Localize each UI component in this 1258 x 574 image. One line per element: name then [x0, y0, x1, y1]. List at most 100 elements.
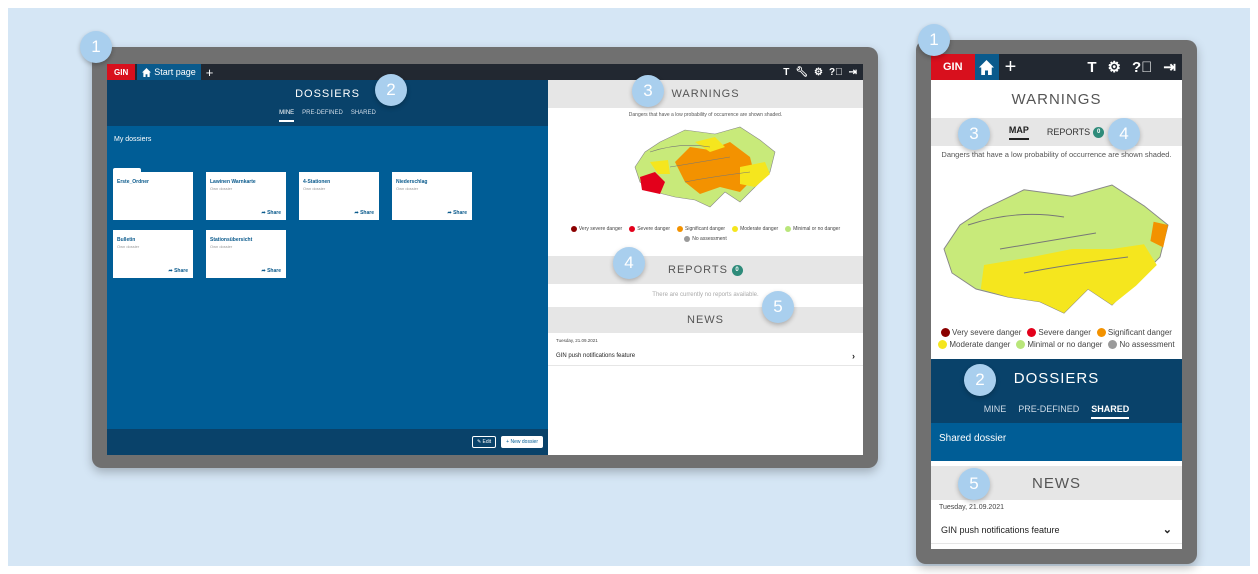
share-link[interactable]: ➦ Share — [448, 210, 468, 216]
card-title: 4-Stationen — [303, 179, 331, 185]
legend-label: Minimal or no danger — [1027, 340, 1103, 349]
help-icon[interactable]: ?⃝ — [829, 67, 843, 78]
tab-start-page[interactable]: Start page — [137, 64, 201, 80]
share-link[interactable]: ➦ Share — [262, 210, 282, 216]
tab-pre-defined[interactable]: PRE-DEFINED — [302, 110, 343, 126]
legend-label: No assessment — [692, 236, 727, 242]
logout-icon[interactable]: ⇥ — [849, 67, 857, 78]
legend-swatch — [732, 226, 739, 232]
news-item-title: GIN push notifications feature — [556, 352, 636, 359]
gin-logo[interactable]: GIN — [931, 54, 975, 80]
warnings-map[interactable] — [630, 122, 780, 212]
dossier-card[interactable]: 4-Stationen Own dossier ➦ Share — [299, 172, 379, 220]
desktop-screen: GIN Start page + T 🔧︎ ⚙︎ ?⃝ ⇥ DOSSIERS M… — [107, 64, 863, 455]
tab-reports[interactable]: REPORTS 0 — [1047, 126, 1105, 138]
tab-map[interactable]: MAP — [1008, 125, 1029, 140]
share-link[interactable]: ➦ Share — [262, 268, 282, 274]
legend-label: Severe danger — [1038, 328, 1091, 337]
share-label: Share — [360, 210, 374, 216]
news-item[interactable]: GIN push notifications feature › — [548, 346, 863, 366]
legend-swatch — [785, 226, 792, 232]
legend-label: Very severe danger — [578, 226, 623, 232]
chevron-right-icon: › — [852, 350, 855, 361]
desktop-frame: GIN Start page + T 🔧︎ ⚙︎ ?⃝ ⇥ DOSSIERS M… — [92, 47, 878, 468]
news-item-title: GIN push notifications feature — [941, 524, 1060, 535]
new-dossier-button[interactable]: + New dossier — [501, 436, 543, 448]
legend-label: Significant danger — [685, 226, 726, 232]
help-icon[interactable]: ?⃝ — [1132, 59, 1152, 76]
card-title: Niederschlag — [396, 179, 428, 185]
news-date: Tuesday, 21.09.2021 — [556, 338, 598, 343]
legend-swatch — [1108, 340, 1118, 349]
warnings-title: WARNINGS — [548, 80, 863, 108]
warnings-legend: Very severe danger Severe danger Signifi… — [935, 328, 1178, 349]
wrench-icon[interactable]: 🔧︎ — [795, 67, 808, 78]
dossier-card[interactable]: Bulletin Own dossier ➦ Share — [113, 230, 193, 278]
callout-1: 1 — [918, 24, 950, 56]
legend-label: No assessment — [1119, 340, 1175, 349]
callout-4: 4 — [613, 247, 645, 279]
tab-mine[interactable]: MINE — [279, 110, 295, 122]
legend-item: Minimal or no danger — [1016, 340, 1102, 349]
tab-shared[interactable]: SHARED — [351, 110, 376, 126]
gin-logo[interactable]: GIN — [107, 64, 136, 80]
legend-label: Very severe danger — [952, 328, 1022, 337]
text-tool-icon[interactable]: T — [1087, 59, 1096, 76]
share-label: Share — [267, 268, 281, 274]
home-icon — [979, 59, 995, 75]
reports-title: REPORTS — [668, 264, 728, 276]
tab-pre-defined[interactable]: PRE-DEFINED — [1018, 397, 1079, 423]
home-icon — [142, 67, 152, 77]
gear-icon[interactable]: ⚙︎ — [1108, 58, 1121, 76]
news-item[interactable]: GIN push notifications feature ⌄ — [931, 516, 1182, 544]
toolbar-icons: T ⚙︎ ?⃝ ⇥ — [1087, 54, 1176, 80]
text-tool-icon[interactable]: T — [783, 67, 789, 78]
add-tab-icon[interactable]: + — [206, 66, 214, 79]
card-subtitle: Own dossier — [117, 244, 140, 249]
warnings-map[interactable] — [936, 174, 1176, 324]
add-tab-icon[interactable]: + — [1005, 57, 1017, 77]
tab-mine[interactable]: MINE — [984, 397, 1007, 423]
legend-swatch — [941, 328, 951, 337]
dossier-card[interactable]: Erste_Ordner — [113, 168, 193, 220]
dossier-card[interactable]: Lawinen Warnkarte Own dossier ➦ Share — [206, 172, 286, 220]
reports-empty-text: There are currently no reports available… — [652, 292, 759, 298]
right-panel: WARNINGS Dangers that have a low probabi… — [548, 80, 863, 455]
edit-button[interactable]: ✎ Edit — [471, 436, 497, 448]
callout-1: 1 — [80, 31, 112, 63]
legend-swatch — [684, 236, 691, 242]
dossier-tabs: MINE PRE-DEFINED SHARED — [931, 397, 1182, 423]
legend-item: Significant danger — [1096, 328, 1172, 337]
legend-swatch — [1027, 328, 1037, 337]
tab-shared[interactable]: SHARED — [1091, 397, 1130, 419]
legend-item: Severe danger — [1027, 328, 1091, 337]
share-label: Share — [453, 210, 467, 216]
dossiers-title: DOSSIERS — [107, 80, 548, 108]
share-label: Share — [267, 210, 281, 216]
dossier-card[interactable]: Niederschlag Own dossier ➦ Share — [392, 172, 472, 220]
card-title: Erste_Ordner — [117, 179, 149, 185]
dossier-cards: Erste_Ordner Lawinen Warnkarte Own dossie… — [113, 168, 472, 278]
logout-icon[interactable]: ⇥ — [1163, 58, 1176, 76]
news-date: Tuesday, 21.09.2021 — [939, 504, 1004, 511]
legend-item: No assessment — [1108, 340, 1175, 349]
warnings-legend: Very severe danger Severe danger Signifi… — [558, 226, 853, 242]
dossiers-panel: DOSSIERS MINE PRE-DEFINED SHARED My doss… — [107, 80, 548, 455]
card-subtitle: Own dossier — [210, 244, 233, 249]
share-link[interactable]: ➦ Share — [169, 268, 189, 274]
shared-dossier-item[interactable]: Shared dossier — [931, 423, 1182, 461]
reports-header[interactable]: REPORTS 0 — [548, 256, 863, 284]
legend-swatch — [1096, 328, 1106, 337]
dossier-card[interactable]: Stationsübersicht Own dossier ➦ Share — [206, 230, 286, 278]
legend-swatch — [570, 226, 577, 232]
share-link[interactable]: ➦ Share — [355, 210, 375, 216]
home-tab[interactable] — [974, 54, 999, 80]
warnings-title: WARNINGS — [1011, 90, 1102, 108]
gear-icon[interactable]: ⚙︎ — [814, 67, 823, 78]
legend-label: Significant danger — [1107, 328, 1172, 337]
legend-swatch — [677, 226, 684, 232]
news-title: NEWS — [687, 314, 724, 326]
card-subtitle: Own dossier — [396, 186, 419, 191]
legend-label: Minimal or no danger — [793, 226, 841, 232]
reports-count-badge: 0 — [731, 264, 743, 276]
